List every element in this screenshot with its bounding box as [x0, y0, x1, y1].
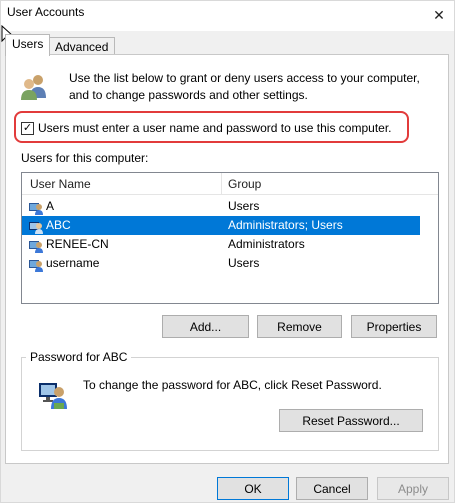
user-accounts-window: User Accounts ✕ Users Advanced Use the l…: [0, 0, 455, 503]
must-login-label[interactable]: Users must enter a user name and passwor…: [38, 121, 392, 135]
user-name-cell: username: [46, 256, 100, 270]
title-bar: User Accounts ✕: [1, 1, 454, 31]
group-cell: Users: [228, 256, 260, 270]
user-icon: [29, 241, 43, 253]
password-instructions: To change the password for ABC, click Re…: [83, 378, 382, 392]
user-icon: [29, 222, 43, 234]
intro-text: Use the list below to grant or deny user…: [69, 71, 420, 102]
password-groupbox: Password for ABC To change the password …: [21, 350, 439, 451]
user-name-cell: ABC: [46, 218, 71, 232]
user-name-cell: RENEE-CN: [46, 237, 109, 251]
tab-users[interactable]: Users: [5, 34, 51, 56]
properties-button[interactable]: Properties: [351, 315, 437, 338]
column-header-user-name[interactable]: User Name: [30, 177, 91, 191]
user-name-cell: A: [46, 199, 55, 213]
users-list-header: User Name Group: [22, 173, 438, 195]
table-row[interactable]: username Users: [22, 254, 420, 273]
users-list[interactable]: User Name Group A Users ABC Administrato…: [21, 172, 439, 304]
tab-users-label: Users: [12, 37, 44, 51]
remove-user-button[interactable]: Remove: [257, 315, 342, 338]
users-group-icon: [21, 75, 46, 100]
tab-advanced[interactable]: Advanced: [48, 37, 116, 55]
group-cell: Administrators: [228, 237, 305, 251]
cancel-button[interactable]: Cancel: [296, 477, 368, 500]
must-login-option[interactable]: ✓ Users must enter a user name and passw…: [21, 118, 392, 138]
group-cell: Users: [228, 199, 260, 213]
user-icon: [29, 203, 43, 215]
user-icon: [29, 260, 43, 272]
table-row[interactable]: ABC Administrators; Users: [22, 216, 420, 235]
tab-advanced-label: Advanced: [55, 40, 109, 54]
users-list-label: Users for this computer:: [21, 151, 149, 165]
reset-password-button[interactable]: Reset Password...: [279, 409, 423, 432]
add-user-button[interactable]: Add...: [162, 315, 249, 338]
table-row[interactable]: A Users: [22, 197, 420, 216]
window-title: User Accounts: [7, 5, 85, 19]
column-divider[interactable]: [221, 173, 222, 195]
table-row[interactable]: RENEE-CN Administrators: [22, 235, 420, 254]
column-header-group[interactable]: Group: [228, 177, 261, 191]
tab-strip: Users Advanced: [1, 31, 454, 56]
must-login-checkbox[interactable]: ✓: [21, 121, 34, 135]
password-groupbox-title: Password for ABC: [26, 350, 132, 364]
ok-button[interactable]: OK: [217, 477, 289, 500]
user-password-icon: [39, 383, 67, 409]
apply-button[interactable]: Apply: [377, 477, 449, 500]
close-icon[interactable]: ✕: [424, 1, 454, 29]
group-cell: Administrators; Users: [228, 218, 343, 232]
